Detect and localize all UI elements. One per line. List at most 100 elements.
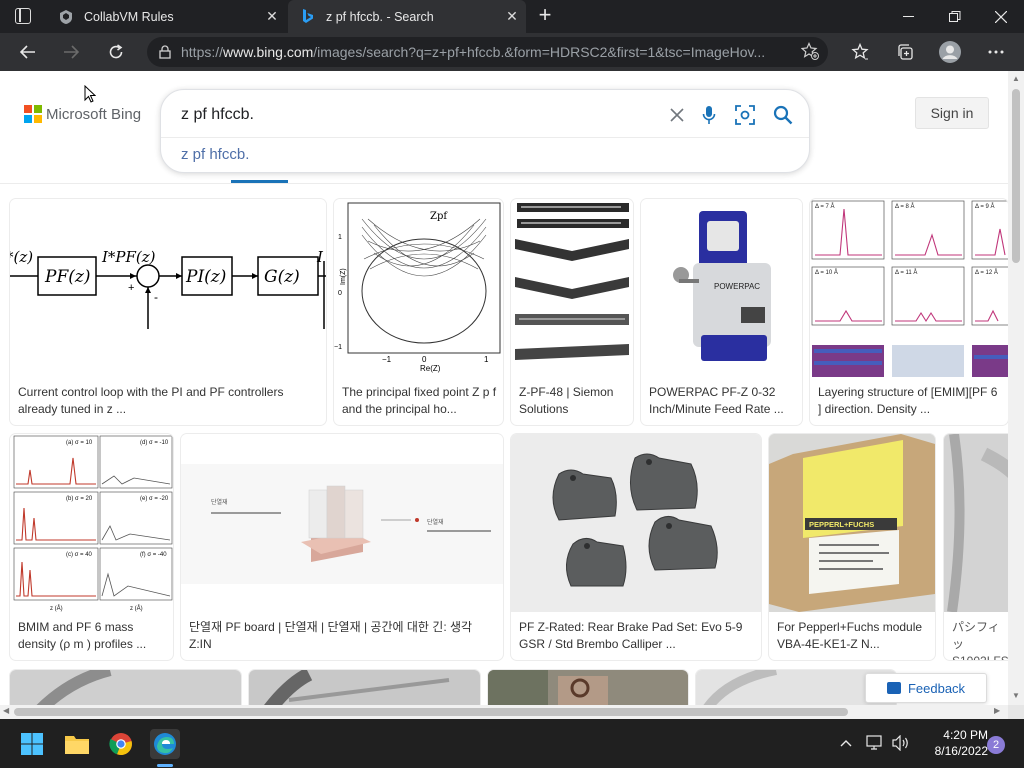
address-bar[interactable]: https://www.bing.com/images/search?q=z+p… bbox=[147, 37, 828, 67]
svg-text:(a) σ = 10: (a) σ = 10 bbox=[66, 440, 93, 446]
volume-icon[interactable] bbox=[892, 734, 910, 754]
result-caption[interactable]: 단열재 PF board | 단열재 | 단열재 | 공간에 대한 긴: 생각 … bbox=[189, 619, 497, 653]
file-explorer-icon[interactable] bbox=[62, 729, 92, 759]
result-image[interactable] bbox=[944, 434, 1008, 612]
collabvm-favicon-icon bbox=[58, 9, 74, 25]
svg-text:(b) σ = 20: (b) σ = 20 bbox=[66, 496, 93, 502]
result-caption[interactable]: The principal fixed point Z p f and the … bbox=[342, 384, 497, 418]
result-caption[interactable]: パシフィッ S1002LFS bbox=[952, 619, 1008, 660]
result-caption[interactable]: BMIM and PF 6 mass density (ρ m ) profil… bbox=[18, 619, 167, 653]
result-caption[interactable]: Z-PF-48 | Siemon Solutions bbox=[519, 384, 627, 418]
result-image[interactable]: PF(z) PI(z) G(z) I*PF(z) *(z) I + - bbox=[10, 199, 326, 377]
feedback-button[interactable]: Feedback bbox=[865, 673, 987, 703]
microsoft-logo-icon bbox=[24, 105, 42, 123]
image-result[interactable]: POWERPAC POWERPAC PF-Z 0-32 Inch/Minute … bbox=[641, 199, 802, 425]
forward-button[interactable] bbox=[56, 37, 86, 67]
tab-bing-search[interactable]: z pf hfccb. - Search ✕ bbox=[288, 0, 526, 33]
lock-icon[interactable] bbox=[159, 45, 171, 59]
result-image[interactable]: PEPPERL+FUCHS bbox=[769, 434, 935, 612]
scroll-down-arrow-icon[interactable]: ▼ bbox=[1011, 691, 1021, 700]
collections-icon[interactable] bbox=[890, 37, 920, 67]
bing-logo[interactable]: Microsoft Bing bbox=[24, 105, 141, 123]
search-input[interactable]: z pf hfccb. bbox=[181, 106, 254, 124]
edge-icon[interactable] bbox=[150, 729, 180, 759]
result-image[interactable] bbox=[511, 434, 761, 612]
tab-close-icon[interactable]: ✕ bbox=[498, 8, 526, 25]
search-divider bbox=[161, 137, 809, 138]
notification-badge[interactable]: 2 bbox=[987, 736, 1005, 754]
result-image[interactable]: Δ = 7 Å Δ = 8 Å Δ = 9 Å Δ = 10 Å Δ = 11 Å Δ … bbox=[810, 199, 1008, 377]
image-result[interactable]: (a) σ = 10 (d) σ = -10 (b) σ = 20 (e) σ = … bbox=[10, 434, 173, 660]
tab-collabvm-rules[interactable]: CollabVM Rules ✕ bbox=[46, 0, 286, 33]
close-window-button[interactable] bbox=[978, 0, 1024, 33]
scroll-left-arrow-icon[interactable]: ◀ bbox=[3, 706, 9, 715]
svg-text:−1: −1 bbox=[334, 344, 342, 351]
chrome-icon[interactable] bbox=[106, 729, 136, 759]
result-image[interactable] bbox=[488, 670, 688, 705]
more-menu-icon[interactable] bbox=[981, 37, 1011, 67]
profile-avatar[interactable] bbox=[935, 37, 965, 67]
tab-actions-icon[interactable] bbox=[15, 8, 31, 24]
search-suggestion[interactable]: z pf hfccb. bbox=[181, 146, 249, 163]
image-result[interactable] bbox=[488, 670, 688, 705]
svg-text:Δ = 11 Å: Δ = 11 Å bbox=[895, 269, 917, 276]
horizontal-scroll-thumb[interactable] bbox=[14, 708, 848, 716]
svg-text:Δ = 9 Å: Δ = 9 Å bbox=[975, 203, 995, 210]
vertical-scroll-thumb[interactable] bbox=[1012, 89, 1020, 263]
image-result[interactable] bbox=[249, 670, 480, 705]
clear-search-icon[interactable] bbox=[664, 102, 690, 128]
image-result[interactable]: PEPPERL+FUCHS For Pepperl+Fuchs module V… bbox=[769, 434, 935, 660]
svg-text:*(z): *(z) bbox=[10, 248, 33, 266]
svg-text:POWERPAC: POWERPAC bbox=[714, 282, 760, 291]
vertical-scrollbar[interactable]: ▲ ▼ bbox=[1008, 71, 1024, 705]
svg-text:+: + bbox=[128, 282, 134, 294]
result-caption[interactable]: Layering structure of [EMIM][PF 6 ] dire… bbox=[818, 384, 1002, 418]
image-result[interactable]: Zpf Im(Z) Re(Z) −1 0 1 1 0 −1 The princi… bbox=[334, 199, 503, 425]
svg-text:(e) σ = -20: (e) σ = -20 bbox=[140, 496, 169, 502]
tab-title: z pf hfccb. - Search bbox=[326, 9, 434, 24]
minimize-button[interactable] bbox=[886, 0, 932, 33]
refresh-button[interactable] bbox=[101, 37, 131, 67]
scroll-right-arrow-icon[interactable]: ▶ bbox=[994, 706, 1000, 715]
back-button[interactable] bbox=[13, 37, 43, 67]
sign-in-button[interactable]: Sign in bbox=[915, 97, 989, 129]
image-result[interactable]: 단열재 단열재 단열재 PF board | 단열재 | 단열재 | 공간에 대… bbox=[181, 434, 503, 660]
windows-start-icon[interactable] bbox=[17, 729, 47, 759]
scroll-up-arrow-icon[interactable]: ▲ bbox=[1011, 74, 1021, 83]
microphone-icon[interactable] bbox=[696, 102, 722, 128]
result-image[interactable]: Zpf Im(Z) Re(Z) −1 0 1 1 0 −1 bbox=[334, 199, 503, 377]
network-icon[interactable] bbox=[866, 735, 884, 754]
svg-text:단열재: 단열재 bbox=[427, 518, 444, 526]
image-result[interactable]: パシフィッ S1002LFS bbox=[944, 434, 1008, 660]
tab-close-icon[interactable]: ✕ bbox=[258, 8, 286, 25]
search-box[interactable]: z pf hfccb. z pf hfccb. bbox=[160, 89, 810, 173]
image-result[interactable]: PF Z-Rated: Rear Brake Pad Set: Evo 5-9 … bbox=[511, 434, 761, 660]
visual-search-icon[interactable] bbox=[732, 102, 758, 128]
image-result[interactable]: Z-PF-48 | Siemon Solutions bbox=[511, 199, 633, 425]
result-image[interactable]: (a) σ = 10 (d) σ = -10 (b) σ = 20 (e) σ = … bbox=[10, 434, 173, 612]
result-caption[interactable]: PF Z-Rated: Rear Brake Pad Set: Evo 5-9 … bbox=[519, 619, 755, 653]
image-result[interactable]: Δ = 7 Å Δ = 8 Å Δ = 9 Å Δ = 10 Å Δ = 11 Å Δ … bbox=[810, 199, 1008, 425]
result-image[interactable] bbox=[10, 670, 241, 705]
svg-text:1: 1 bbox=[484, 355, 489, 364]
search-icon[interactable] bbox=[770, 102, 796, 128]
new-tab-button[interactable]: + bbox=[533, 4, 557, 28]
system-clock[interactable]: 4:20 PM 8/16/2022 bbox=[918, 727, 988, 759]
restore-button[interactable] bbox=[932, 0, 978, 33]
result-caption[interactable]: Current control loop with the PI and PF … bbox=[18, 384, 320, 418]
result-image[interactable] bbox=[249, 670, 480, 705]
show-hidden-icons-chevron-icon[interactable] bbox=[840, 734, 852, 750]
image-result[interactable]: PF(z) PI(z) G(z) I*PF(z) *(z) I + - Curr… bbox=[10, 199, 326, 425]
result-image[interactable] bbox=[511, 199, 633, 377]
svg-text:-: - bbox=[154, 290, 158, 304]
result-caption[interactable]: For Pepperl+Fuchs module VBA-4E-KE1-Z N.… bbox=[777, 619, 929, 653]
svg-text:0: 0 bbox=[338, 290, 342, 297]
result-image[interactable]: POWERPAC bbox=[641, 199, 802, 377]
favorites-icon[interactable] bbox=[845, 37, 875, 67]
result-image[interactable]: 단열재 단열재 bbox=[181, 434, 503, 612]
image-result[interactable] bbox=[10, 670, 241, 705]
result-caption[interactable]: POWERPAC PF-Z 0-32 Inch/Minute Feed Rate… bbox=[649, 384, 796, 418]
clock-date: 8/16/2022 bbox=[934, 744, 988, 758]
horizontal-scrollbar[interactable]: ◀ ▶ bbox=[0, 705, 1008, 719]
add-favorite-icon[interactable] bbox=[800, 42, 820, 62]
